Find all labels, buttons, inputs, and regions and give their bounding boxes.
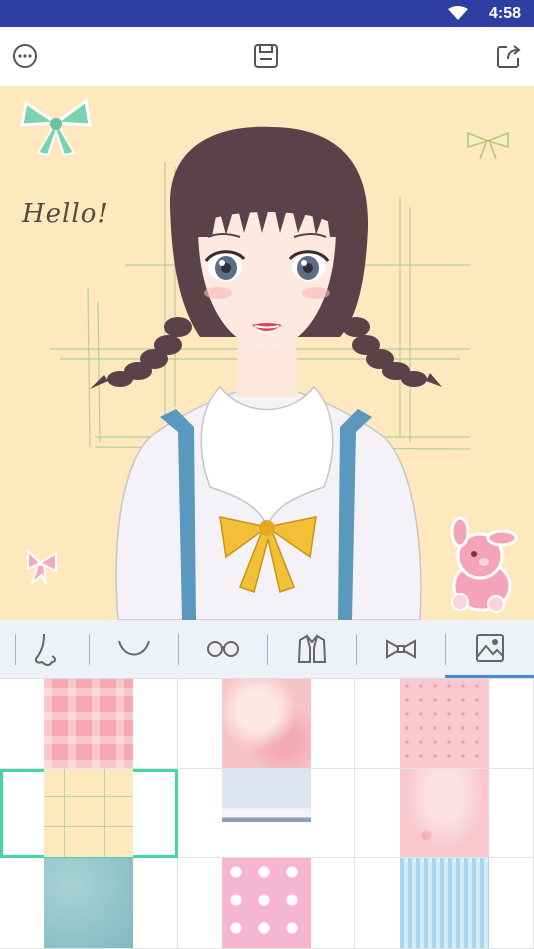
pink-watercolor-thumb (221, 679, 311, 768)
character-canvas[interactable]: Hello! (0, 87, 534, 620)
green-bow-sticker (20, 98, 92, 157)
winter-gate-thumb (221, 769, 311, 857)
floppy-disk-icon (254, 44, 278, 68)
category-tabs (0, 620, 534, 679)
bunny-plush-sticker (450, 516, 518, 613)
hello-text: Hello! (22, 199, 109, 229)
tab-nose[interactable] (0, 620, 89, 678)
pink-plaid-thumb (44, 679, 133, 768)
tab-glasses[interactable] (178, 620, 267, 678)
mouth-icon (117, 640, 150, 656)
tab-mouth[interactable] (89, 620, 178, 678)
image-icon (475, 633, 504, 662)
wifi-icon (448, 6, 468, 20)
background-item[interactable] (178, 769, 355, 858)
background-item[interactable] (355, 769, 534, 858)
status-bar: 4:58 (0, 0, 534, 27)
save-button[interactable] (251, 41, 281, 71)
background-grid (0, 679, 534, 949)
tab-background[interactable] (445, 620, 534, 678)
pink-bunnies-thumb (221, 858, 311, 948)
pink-petals-thumb (399, 769, 489, 857)
teal-texture-thumb (44, 858, 133, 948)
nose-icon (34, 633, 56, 666)
yellow-hello-thumb (44, 769, 133, 857)
background-item[interactable] (355, 858, 534, 949)
tab-accessories[interactable] (356, 620, 445, 678)
pink-dots-thumb (399, 679, 489, 768)
share-icon (497, 45, 521, 68)
background-item[interactable] (355, 679, 534, 769)
background-item[interactable] (0, 858, 178, 949)
background-item[interactable] (178, 858, 355, 949)
background-item[interactable] (178, 679, 355, 769)
glasses-icon (206, 641, 239, 657)
jacket-icon (297, 634, 326, 663)
blue-stripes-thumb (399, 858, 489, 948)
more-button[interactable] (10, 41, 40, 71)
tab-clothes[interactable] (267, 620, 356, 678)
top-toolbar (0, 27, 534, 87)
background-item-selected[interactable] (0, 769, 178, 858)
character-illustration (20, 98, 518, 620)
bow-icon (385, 639, 416, 659)
share-button[interactable] (494, 41, 524, 71)
more-icon (13, 44, 37, 68)
clock: 4:58 (488, 5, 521, 22)
background-item[interactable] (0, 679, 178, 769)
